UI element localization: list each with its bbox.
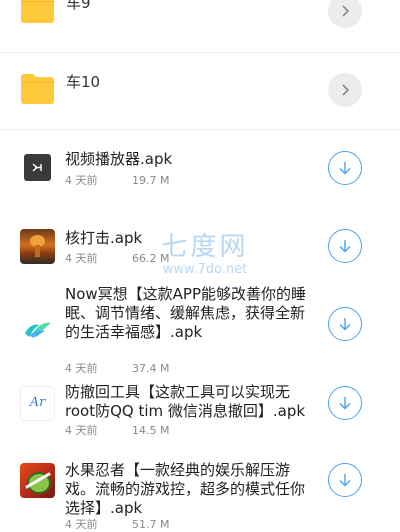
- file-name: 防撤回工具【这款工具可以实现无root防QQ tim 微信消息撤回】.apk: [65, 383, 306, 420]
- file-meta: 4 天前 14.5 M: [65, 422, 169, 438]
- nuke-game-app-icon: [20, 229, 55, 264]
- folder-row[interactable]: 车9: [0, 0, 400, 52]
- download-icon: [339, 162, 351, 175]
- folder-icon: [21, 0, 54, 23]
- file-row[interactable]: 核打击.apk 4 天前 66.2 M: [0, 210, 400, 282]
- file-meta: 4 天前 66.2 M: [65, 250, 169, 266]
- folder-name: 车9: [66, 0, 91, 12]
- video-player-app-icon: [20, 150, 55, 185]
- file-time: 4 天前: [65, 252, 98, 265]
- download-button[interactable]: [328, 229, 362, 263]
- file-time: 4 天前: [65, 518, 98, 531]
- folder-name: 车10: [66, 73, 101, 91]
- download-button[interactable]: [328, 463, 362, 497]
- chevron-right-icon: [342, 84, 350, 96]
- file-time: 4 天前: [65, 362, 98, 375]
- now-meditation-app-icon: [20, 311, 55, 346]
- file-name: Now冥想【这款APP能够改善你的睡眠、调节情绪、缓解焦虑，获得全新的生活幸福感…: [65, 285, 307, 341]
- file-row[interactable]: 视频播放器.apk 4 天前 19.7 M: [0, 130, 400, 205]
- file-name: 核打击.apk: [65, 229, 143, 247]
- anti-recall-app-icon: Ar: [20, 386, 55, 421]
- file-size: 37.4 M: [132, 362, 170, 375]
- file-row[interactable]: Ar 防撤回工具【这款工具可以实现无root防QQ tim 微信消息撤回】.ap…: [0, 383, 400, 441]
- file-meta: 4 天前 37.4 M: [65, 360, 169, 376]
- chevron-right-icon: [342, 5, 350, 17]
- download-button[interactable]: [328, 307, 362, 341]
- file-row[interactable]: 水果忍者【一款经典的娱乐解压游戏。流畅的游戏控，超多的模式任你选择】.apk 4…: [0, 460, 400, 531]
- download-icon: [339, 397, 351, 410]
- folder-row[interactable]: 车10: [0, 53, 400, 129]
- folder-icon: [21, 74, 54, 104]
- file-name: 视频播放器.apk: [65, 150, 173, 168]
- download-button[interactable]: [328, 151, 362, 185]
- file-meta: 4 天前 19.7 M: [65, 172, 169, 188]
- file-size: 66.2 M: [132, 252, 170, 265]
- file-meta: 4 天前 51.7 M: [65, 516, 169, 532]
- file-time: 4 天前: [65, 174, 98, 187]
- download-icon: [339, 318, 351, 331]
- download-icon: [339, 474, 351, 487]
- open-folder-button[interactable]: [328, 0, 362, 28]
- download-button[interactable]: [328, 386, 362, 420]
- file-row[interactable]: Now冥想【这款APP能够改善你的睡眠、调节情绪、缓解焦虑，获得全新的生活幸福感…: [0, 285, 400, 375]
- file-time: 4 天前: [65, 424, 98, 437]
- file-size: 19.7 M: [132, 174, 170, 187]
- file-name: 水果忍者【一款经典的娱乐解压游戏。流畅的游戏控，超多的模式任你选择】.apk: [65, 461, 306, 517]
- download-icon: [339, 240, 351, 253]
- fruit-ninja-app-icon: [20, 463, 55, 498]
- open-folder-button[interactable]: [328, 73, 362, 107]
- file-size: 14.5 M: [132, 424, 170, 437]
- file-size: 51.7 M: [132, 518, 170, 531]
